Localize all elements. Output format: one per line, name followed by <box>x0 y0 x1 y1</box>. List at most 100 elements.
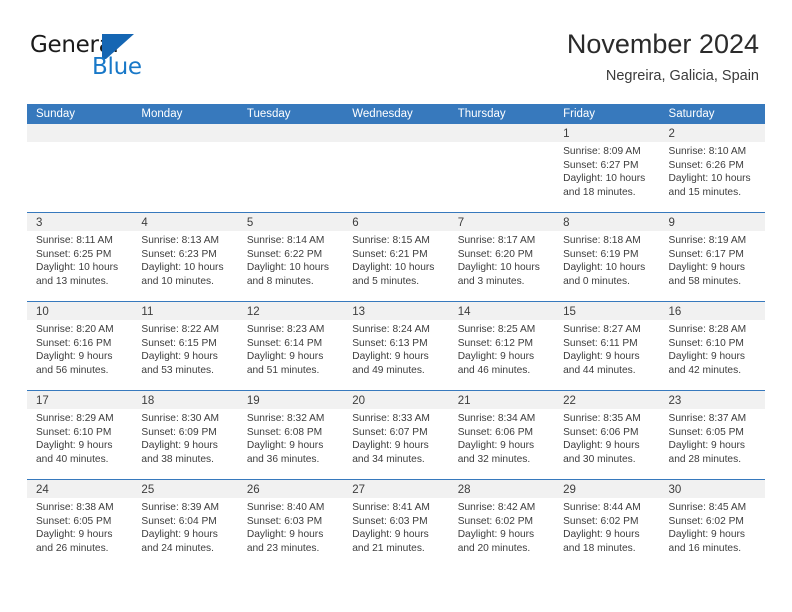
day-number: 26 <box>246 484 260 496</box>
calendar-day-cell[interactable]: 21 Sunrise: 8:34 AM Sunset: 6:06 PM Dayligh… <box>448 391 555 479</box>
calendar-day-cell[interactable]: 10 Sunrise: 8:20 AM Sunset: 6:16 PM Dayligh… <box>27 302 133 390</box>
calendar-day-cell[interactable]: 23 Sunrise: 8:37 AM Sunset: 6:05 PM Dayligh… <box>659 391 765 479</box>
day-number: 2 <box>668 128 675 140</box>
title-block: November 2024 Negreira, Galicia, Spain <box>567 28 759 86</box>
day-detail-line: and 40 minutes. <box>36 453 109 465</box>
day-detail-line: Daylight: 9 hours <box>36 440 113 452</box>
day-number: 9 <box>668 217 675 229</box>
day-detail-line: Sunrise: 8:29 AM <box>36 413 114 424</box>
weekday-header-wednesday: Wednesday <box>352 108 413 120</box>
day-details <box>343 142 448 145</box>
brand-logo[interactable]: General Blue <box>30 32 210 82</box>
calendar-day-cell[interactable]: 3 Sunrise: 8:11 AM Sunset: 6:25 PM Daylight… <box>27 213 133 301</box>
day-number-band: 2 <box>659 124 765 142</box>
calendar-day-cell[interactable]: 24 Sunrise: 8:38 AM Sunset: 6:05 PM Dayligh… <box>27 480 133 568</box>
day-number: 15 <box>563 306 576 318</box>
day-number-band: 30 <box>659 480 765 498</box>
day-detail-line: Daylight: 10 hours <box>563 173 646 185</box>
day-details: Sunrise: 8:19 AM Sunset: 6:17 PM Daylight:… <box>660 231 765 288</box>
day-detail-line: Daylight: 9 hours <box>36 351 113 363</box>
day-number-band: 7 <box>448 213 555 231</box>
day-number-band: 14 <box>448 302 555 320</box>
calendar-day-cell[interactable]: 16 Sunrise: 8:28 AM Sunset: 6:10 PM Dayligh… <box>659 302 765 390</box>
calendar-day-cell[interactable]: 29 Sunrise: 8:44 AM Sunset: 6:02 PM Dayligh… <box>554 480 660 568</box>
day-details: Sunrise: 8:37 AM Sunset: 6:05 PM Daylight:… <box>660 409 765 466</box>
day-detail-line: Sunrise: 8:19 AM <box>668 235 747 246</box>
calendar-weeks: 1 Sunrise: 8:09 AM Sunset: 6:27 PM Daylight… <box>27 124 765 568</box>
calendar-day-cell[interactable]: 11 Sunrise: 8:22 AM Sunset: 6:15 PM Dayligh… <box>132 302 238 390</box>
day-detail-line: Sunset: 6:22 PM <box>246 248 323 260</box>
calendar-page: General Blue November 2024 Negreira, Gal… <box>0 0 792 612</box>
calendar-day-cell[interactable]: 5 Sunrise: 8:14 AM Sunset: 6:22 PM Daylight… <box>237 213 344 301</box>
calendar-day-cell[interactable]: 9 Sunrise: 8:19 AM Sunset: 6:17 PM Daylight… <box>659 213 765 301</box>
day-detail-line: and 16 minutes. <box>668 542 742 554</box>
day-number: 11 <box>141 306 154 318</box>
calendar-day-cell[interactable]: 27 Sunrise: 8:41 AM Sunset: 6:03 PM Dayligh… <box>343 480 449 568</box>
calendar-day-cell[interactable]: 13 Sunrise: 8:24 AM Sunset: 6:13 PM Dayligh… <box>343 302 449 390</box>
calendar-day-cell-empty <box>448 124 555 212</box>
calendar-day-cell[interactable]: 15 Sunrise: 8:27 AM Sunset: 6:11 PM Dayligh… <box>554 302 660 390</box>
day-number-band: 11 <box>132 302 238 320</box>
day-detail-line: Daylight: 10 hours <box>563 262 646 274</box>
calendar-day-cell[interactable]: 26 Sunrise: 8:40 AM Sunset: 6:03 PM Dayligh… <box>237 480 344 568</box>
day-number-band: 17 <box>27 391 133 409</box>
day-detail-line: Sunrise: 8:34 AM <box>457 413 536 424</box>
day-number: 1 <box>563 128 570 140</box>
day-detail-line: Sunrise: 8:41 AM <box>352 502 430 513</box>
day-detail-line: Sunset: 6:06 PM <box>457 426 534 438</box>
calendar-day-cell[interactable]: 12 Sunrise: 8:23 AM Sunset: 6:14 PM Dayligh… <box>237 302 344 390</box>
calendar-day-cell-empty <box>237 124 344 212</box>
day-detail-line: Daylight: 10 hours <box>352 262 435 274</box>
day-detail-line: Sunset: 6:08 PM <box>246 426 323 438</box>
calendar-day-cell[interactable]: 7 Sunrise: 8:17 AM Sunset: 6:20 PM Daylight… <box>448 213 555 301</box>
calendar-day-cell[interactable]: 22 Sunrise: 8:35 AM Sunset: 6:06 PM Dayligh… <box>554 391 660 479</box>
calendar-day-cell[interactable]: 25 Sunrise: 8:39 AM Sunset: 6:04 PM Dayligh… <box>132 480 238 568</box>
day-number-band: 29 <box>554 480 660 498</box>
day-detail-line: Daylight: 9 hours <box>352 440 429 452</box>
day-details: Sunrise: 8:24 AM Sunset: 6:13 PM Daylight:… <box>343 320 448 377</box>
day-detail-line: and 51 minutes. <box>246 364 320 376</box>
day-details: Sunrise: 8:29 AM Sunset: 6:10 PM Daylight:… <box>27 409 132 466</box>
day-number-band: 21 <box>448 391 555 409</box>
day-details: Sunrise: 8:15 AM Sunset: 6:21 PM Daylight:… <box>343 231 448 288</box>
day-detail-line: Daylight: 9 hours <box>457 351 535 363</box>
day-number-band: 27 <box>343 480 449 498</box>
calendar-week-row: 24 Sunrise: 8:38 AM Sunset: 6:05 PM Dayligh… <box>27 479 765 568</box>
calendar-day-cell[interactable]: 6 Sunrise: 8:15 AM Sunset: 6:21 PM Daylight… <box>343 213 449 301</box>
day-number: 8 <box>563 217 570 229</box>
calendar-day-cell[interactable]: 1 Sunrise: 8:09 AM Sunset: 6:27 PM Daylight… <box>554 124 660 212</box>
weekday-header-friday: Friday <box>563 108 596 120</box>
day-detail-line: Sunset: 6:12 PM <box>457 337 534 349</box>
day-detail-line: Sunrise: 8:17 AM <box>457 235 536 246</box>
day-details: Sunrise: 8:23 AM Sunset: 6:14 PM Daylight:… <box>238 320 343 377</box>
day-detail-line: Sunrise: 8:10 AM <box>668 146 747 157</box>
day-detail-line: and 26 minutes. <box>36 542 109 554</box>
calendar-day-cell[interactable]: 2 Sunrise: 8:10 AM Sunset: 6:26 PM Daylight… <box>659 124 765 212</box>
day-detail-line: Sunrise: 8:13 AM <box>141 235 220 246</box>
calendar-day-cell[interactable]: 28 Sunrise: 8:42 AM Sunset: 6:02 PM Dayligh… <box>448 480 555 568</box>
day-detail-line: and 21 minutes. <box>352 542 425 554</box>
day-detail-line: and 36 minutes. <box>246 453 320 465</box>
day-detail-line: and 30 minutes. <box>563 453 636 465</box>
day-details <box>238 142 343 145</box>
calendar-day-cell[interactable]: 17 Sunrise: 8:29 AM Sunset: 6:10 PM Dayligh… <box>27 391 133 479</box>
day-detail-line: Daylight: 9 hours <box>563 529 640 541</box>
day-detail-line: Sunrise: 8:11 AM <box>36 235 113 246</box>
calendar-day-cell[interactable]: 30 Sunrise: 8:45 AM Sunset: 6:02 PM Dayligh… <box>659 480 765 568</box>
calendar-day-cell[interactable]: 8 Sunrise: 8:18 AM Sunset: 6:19 PM Daylight… <box>554 213 660 301</box>
day-number: 21 <box>457 395 471 407</box>
day-detail-line: Sunrise: 8:25 AM <box>457 324 536 335</box>
day-detail-line: and 3 minutes. <box>457 275 525 287</box>
day-detail-line: Sunset: 6:02 PM <box>563 515 639 527</box>
calendar-day-cell[interactable]: 4 Sunrise: 8:13 AM Sunset: 6:23 PM Daylight… <box>132 213 238 301</box>
day-detail-line: and 46 minutes. <box>457 364 531 376</box>
day-detail-line: Sunrise: 8:39 AM <box>141 502 220 513</box>
calendar-week-row: 1 Sunrise: 8:09 AM Sunset: 6:27 PM Daylight… <box>27 124 765 212</box>
calendar-day-cell[interactable]: 20 Sunrise: 8:33 AM Sunset: 6:07 PM Dayligh… <box>343 391 449 479</box>
calendar-day-cell[interactable]: 19 Sunrise: 8:32 AM Sunset: 6:08 PM Dayligh… <box>237 391 344 479</box>
calendar-day-cell[interactable]: 18 Sunrise: 8:30 AM Sunset: 6:09 PM Dayligh… <box>132 391 238 479</box>
calendar-day-cell[interactable]: 14 Sunrise: 8:25 AM Sunset: 6:12 PM Dayligh… <box>448 302 555 390</box>
day-number: 24 <box>36 484 49 496</box>
day-number-band: 4 <box>132 213 238 231</box>
day-details: Sunrise: 8:20 AM Sunset: 6:16 PM Daylight:… <box>27 320 132 377</box>
